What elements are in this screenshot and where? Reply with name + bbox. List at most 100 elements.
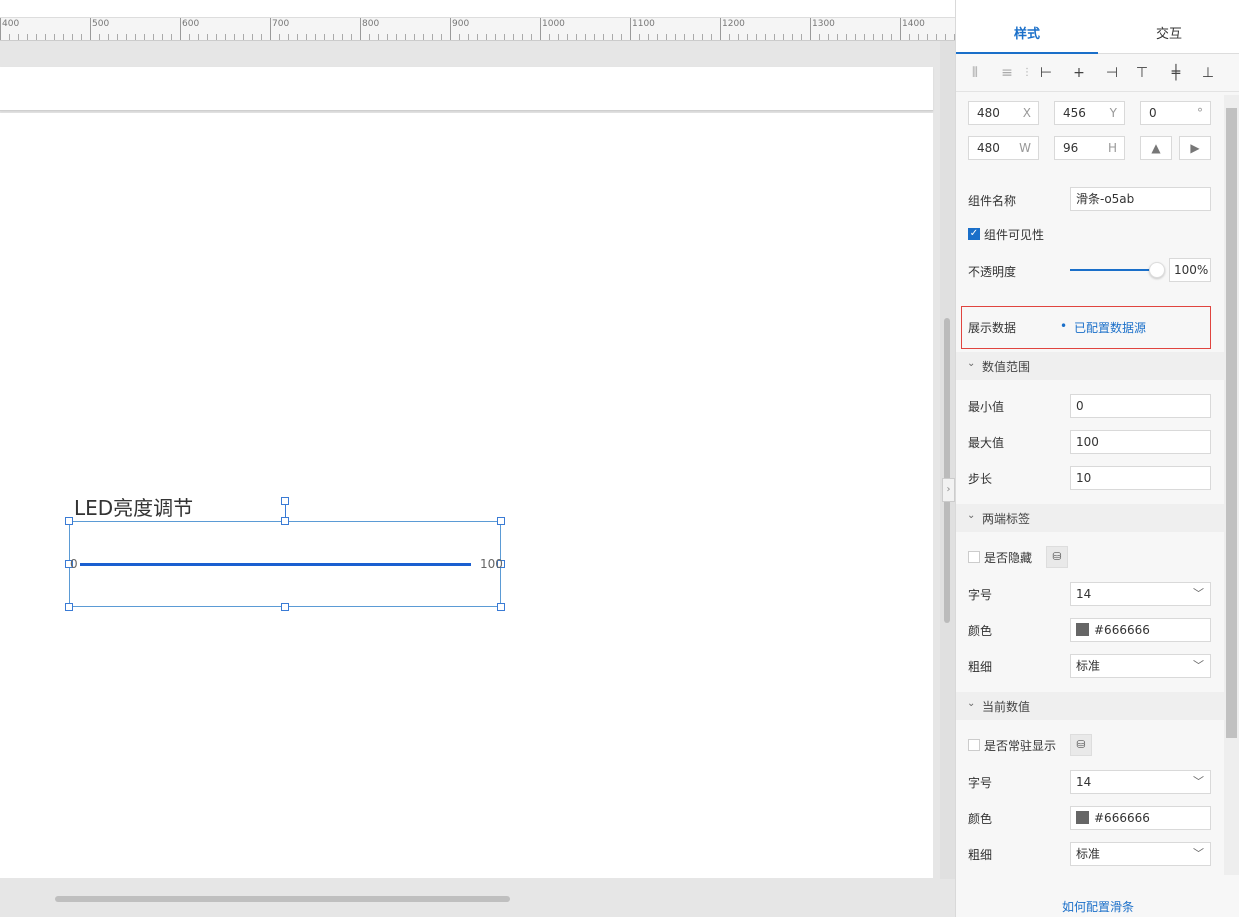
ruler-minor-tick <box>621 34 622 40</box>
ruler-minor-tick <box>207 34 208 40</box>
always-show-checkbox[interactable] <box>968 739 980 751</box>
ruler-minor-tick <box>639 34 640 40</box>
ruler-minor-tick <box>522 34 523 40</box>
ruler-minor-tick <box>423 34 424 40</box>
align-bottom-icon[interactable]: ⊥ <box>1198 64 1218 82</box>
section-end-labels[interactable]: ⌄ 两端标签 <box>956 504 1239 532</box>
rotation-input[interactable]: 0 ° <box>1140 101 1211 125</box>
hide-labels-checkbox[interactable] <box>968 551 980 563</box>
widget-title[interactable]: LED亮度调节 <box>74 492 193 521</box>
color-picker[interactable]: #666666 <box>1070 618 1211 642</box>
ruler-minor-tick <box>81 34 82 40</box>
database-icon[interactable]: ⛁ <box>1070 734 1092 756</box>
weight-select[interactable]: 标准 ﹀ <box>1070 654 1211 678</box>
tab-interaction[interactable]: 交互 <box>1098 18 1239 54</box>
weight-label: 粗细 <box>968 660 993 674</box>
ruler-minor-tick <box>126 34 127 40</box>
visibility-label: 组件可见性 <box>984 228 1045 242</box>
hide-labels-label: 是否隐藏 <box>984 551 1033 565</box>
component-name-input[interactable]: 滑条-o5ab <box>1070 187 1211 211</box>
opacity-slider-knob[interactable] <box>1149 262 1165 278</box>
canvas-area[interactable]: 400 500 600 700 800 900 1000 1100 1200 1300 1400 L… <box>0 0 955 917</box>
data-source-row[interactable]: 展示数据 • 已配置数据源 <box>961 306 1211 349</box>
ruler-minor-tick <box>738 34 739 40</box>
height-input[interactable]: 96 H <box>1054 136 1125 160</box>
chevron-down-icon: ﹀ <box>1193 659 1204 672</box>
data-source-status[interactable]: 已配置数据源 <box>1074 319 1146 336</box>
database-icon[interactable]: ⛁ <box>1046 546 1068 568</box>
align-top-icon[interactable]: ⊤ <box>1132 64 1152 82</box>
resize-handle-ne[interactable] <box>497 517 505 525</box>
opacity-slider[interactable] <box>1070 269 1152 271</box>
collapse-panel-icon[interactable]: › <box>942 478 955 502</box>
rotate-handle[interactable] <box>281 497 289 505</box>
section-current-value[interactable]: ⌄ 当前数值 <box>956 692 1239 720</box>
color-label: 颜色 <box>968 624 993 638</box>
ruler-minor-tick <box>576 34 577 40</box>
y-input[interactable]: 456 Y <box>1054 101 1125 125</box>
resize-handle-n[interactable] <box>281 517 289 525</box>
ruler-label: 500 <box>92 19 110 29</box>
ruler-minor-tick <box>279 34 280 40</box>
vertical-scroll-thumb[interactable] <box>944 318 950 623</box>
ruler-minor-tick <box>783 34 784 40</box>
flip-horizontal-icon[interactable]: ▶ <box>1179 136 1211 160</box>
horizontal-scroll-thumb[interactable] <box>55 896 510 902</box>
ruler-minor-tick <box>774 34 775 40</box>
chevron-down-icon: ﹀ <box>1193 775 1204 788</box>
resize-handle-nw[interactable] <box>65 517 73 525</box>
resize-handle-s[interactable] <box>281 603 289 611</box>
resize-handle-sw[interactable] <box>65 603 73 611</box>
ruler-minor-tick <box>243 34 244 40</box>
ruler-minor-tick <box>936 34 937 40</box>
data-source-status-dot-icon: • <box>1060 319 1068 333</box>
ruler-minor-tick <box>927 34 928 40</box>
help-link[interactable]: 如何配置滑条 <box>1062 898 1134 915</box>
ruler-minor-tick <box>333 34 334 40</box>
ruler-minor-tick <box>405 34 406 40</box>
font-size-select[interactable]: 14 ﹀ <box>1070 582 1211 606</box>
data-source-label: 展示数据 <box>968 321 1017 335</box>
chevron-down-icon: ⌄ <box>967 358 976 369</box>
min-value-input[interactable]: 0 <box>1070 394 1211 418</box>
align-right-icon[interactable]: ⊣ <box>1102 64 1122 82</box>
max-value-input[interactable]: 100 <box>1070 430 1211 454</box>
resize-handle-se[interactable] <box>497 603 505 611</box>
ruler-minor-tick <box>189 34 190 40</box>
color-swatch <box>1076 811 1089 824</box>
flip-vertical-icon[interactable]: ▲ <box>1140 136 1172 160</box>
font-size-select[interactable]: 14 ﹀ <box>1070 770 1211 794</box>
align-middle-vertical-icon[interactable]: ╪ <box>1166 64 1186 82</box>
page-header-region[interactable] <box>0 67 933 111</box>
slider-track[interactable] <box>80 563 471 566</box>
ruler-minor-tick <box>747 34 748 40</box>
section-value-range[interactable]: ⌄ 数值范围 <box>956 352 1239 380</box>
ruler-minor-tick <box>468 34 469 40</box>
visibility-checkbox[interactable]: ✓ <box>968 228 980 240</box>
ruler-label: 1400 <box>902 19 925 29</box>
tab-style[interactable]: 样式 <box>956 18 1098 54</box>
x-input[interactable]: 480 X <box>968 101 1039 125</box>
panel-scroll-thumb[interactable] <box>1226 108 1237 738</box>
color-picker[interactable]: #666666 <box>1070 806 1211 830</box>
weight-label: 粗细 <box>968 848 993 862</box>
separator-icon: ⋮ <box>1022 67 1032 78</box>
ruler-minor-tick <box>765 34 766 40</box>
distribute-horizontal-icon[interactable]: ⦀ <box>965 64 985 82</box>
opacity-value[interactable]: 100% <box>1169 258 1211 282</box>
weight-select[interactable]: 标准 ﹀ <box>1070 842 1211 866</box>
ruler-minor-tick <box>567 34 568 40</box>
ruler-minor-tick <box>558 34 559 40</box>
ruler-minor-tick <box>864 34 865 40</box>
ruler-minor-tick <box>513 34 514 40</box>
ruler-minor-tick <box>315 34 316 40</box>
ruler-minor-tick <box>891 34 892 40</box>
align-left-icon[interactable]: ⊢ <box>1036 64 1056 82</box>
ruler-minor-tick <box>396 34 397 40</box>
distribute-vertical-icon[interactable]: ≡ <box>997 64 1017 82</box>
step-input[interactable]: 10 <box>1070 466 1211 490</box>
ruler-minor-tick <box>135 34 136 40</box>
ruler-minor-tick <box>477 34 478 40</box>
align-center-horizontal-icon[interactable]: + <box>1069 64 1089 82</box>
width-input[interactable]: 480 W <box>968 136 1039 160</box>
